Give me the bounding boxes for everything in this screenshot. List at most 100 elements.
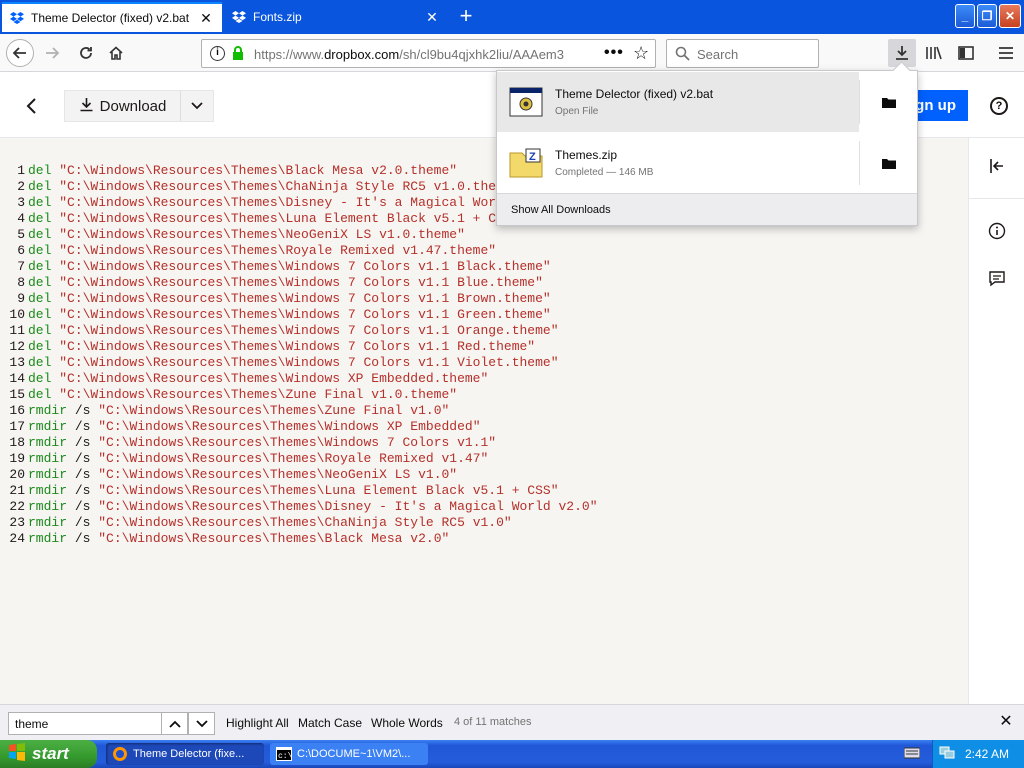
collapse-panel-icon[interactable] [987,156,1007,176]
code-line: 6 del "C:\Windows\Resources\Themes\Royale… [0,243,605,259]
sidebar-toggle-icon[interactable] [952,39,980,67]
lock-icon[interactable] [232,46,244,64]
dropbox-icon [232,10,246,24]
bookmark-star-icon[interactable]: ☆ [633,43,649,64]
url-bar[interactable]: i https://www.dropbox.com/sh/cl9bu4qjxhk… [201,39,656,68]
find-previous-icon[interactable] [161,712,188,735]
download-status: Open File [555,106,599,117]
download-item-body[interactable]: Z Themes.zip Completed — 146 MB [497,133,859,193]
line-number: 24 [9,531,25,546]
code-line: 5 del "C:\Windows\Resources\Themes\NeoGen… [0,227,605,243]
find-match-count: 4 of 11 matches [454,716,532,728]
find-input[interactable]: theme [8,712,162,735]
path-string: "C:\Windows\Resources\Themes\Windows 7 C… [59,259,551,274]
line-number: 14 [9,371,25,386]
path-string: "C:\Windows\Resources\Themes\Black Mesa … [59,163,458,178]
code-line: 20 rmdir /s "C:\Windows\Resources\Themes\… [0,467,605,483]
command-keyword: del [28,227,52,242]
code-line: 21 rmdir /s "C:\Windows\Resources\Themes\… [0,483,605,499]
info-icon[interactable]: i [210,46,225,61]
path-string: "C:\Windows\Resources\Themes\ChaNinja St… [59,179,520,194]
window-close-icon[interactable]: ✕ [999,4,1021,28]
download-filename: Themes.zip [555,148,618,162]
path-string: "C:\Windows\Resources\Themes\Windows XP … [98,419,481,434]
tab-close-icon[interactable]: ✕ [198,10,214,27]
path-string: "C:\Windows\Resources\Themes\Disney - It… [98,499,598,514]
find-close-icon[interactable]: ✕ [998,714,1014,730]
download-item[interactable]: Z Themes.zip Completed — 146 MB [497,133,917,193]
match-case-toggle[interactable]: Match Case [298,716,362,730]
show-all-downloads-button[interactable]: Show All Downloads [497,193,917,225]
line-number: 15 [9,387,25,402]
open-folder-icon[interactable] [859,141,917,185]
page-actions-icon[interactable]: ••• [604,44,624,62]
new-tab-plus-icon[interactable]: + [454,5,478,29]
command-args: /s [67,451,99,466]
search-input[interactable]: Search [666,39,819,68]
path-string: "C:\Windows\Resources\Themes\ChaNinja St… [98,515,512,530]
command-args: /s [67,435,99,450]
network-icon[interactable] [939,746,955,763]
start-button[interactable]: start [0,740,97,768]
taskbar-item-cmd[interactable]: c:\ C:\DOCUME~1\VM2\... [270,743,428,765]
download-item[interactable]: Theme Delector (fixed) v2.bat Open File [497,72,917,132]
whole-words-toggle[interactable]: Whole Words [371,716,443,730]
clock: 2:42 AM [965,747,1010,761]
command-args: /s [67,483,99,498]
system-tray: 2:42 AM [932,740,1024,768]
line-number: 21 [9,483,25,498]
library-icon[interactable] [920,39,948,67]
command-keyword: del [28,179,52,194]
download-button[interactable]: Download [64,90,214,122]
home-icon[interactable] [102,39,130,67]
search-placeholder: Search [697,47,739,62]
svg-text:Z: Z [529,151,536,163]
download-item-body[interactable]: Theme Delector (fixed) v2.bat Open File [497,72,859,132]
hamburger-menu-icon[interactable] [992,39,1020,67]
download-options-chevron-icon[interactable] [181,102,213,110]
reload-icon[interactable] [72,39,100,67]
comment-icon[interactable] [987,269,1007,289]
download-icon [79,97,94,116]
open-folder-icon[interactable] [859,80,917,124]
line-number: 18 [9,435,25,450]
download-main[interactable]: Download [65,91,181,121]
taskbar-item-label: C:\DOCUME~1\VM2\... [297,748,411,760]
firefox-icon [112,746,128,762]
line-number: 16 [9,403,25,418]
info-circle-icon[interactable] [987,221,1007,241]
find-next-icon[interactable] [188,712,215,735]
code-line: 14 del "C:\Windows\Resources\Themes\Windo… [0,371,605,387]
download-filename: Theme Delector (fixed) v2.bat [555,87,714,101]
command-args: /s [67,499,99,514]
back-arrow-icon[interactable] [6,39,34,67]
tab-theme-delector[interactable]: Theme Delector (fixed) v2.bat ✕ [2,2,222,32]
tab-fonts-zip[interactable]: Fonts.zip ✕ [224,2,448,32]
right-sidebar [968,138,1024,704]
command-args: /s [67,515,99,530]
command-keyword: del [28,243,52,258]
back-chevron-icon[interactable] [20,94,44,118]
path-string: "C:\Windows\Resources\Themes\Windows 7 C… [59,339,536,354]
line-number: 1 [17,163,25,178]
line-number: 22 [9,499,25,514]
maximize-icon[interactable]: ❐ [977,4,997,28]
highlight-all-toggle[interactable]: Highlight All [226,716,289,730]
path-string: "C:\Windows\Resources\Themes\Zune Final … [59,387,458,402]
command-keyword: del [28,291,52,306]
path-string: "C:\Windows\Resources\Themes\Windows 7 C… [98,435,497,450]
command-keyword: del [28,355,52,370]
keyboard-icon[interactable] [903,747,921,762]
url-text: https://www.dropbox.com/sh/cl9bu4qjxhk2l… [254,47,564,62]
line-number: 12 [9,339,25,354]
forward-arrow-icon[interactable] [38,39,66,67]
code-line: 19 rmdir /s "C:\Windows\Resources\Themes\… [0,451,605,467]
windows-logo-icon [8,742,26,766]
taskbar-item-firefox[interactable]: Theme Delector (fixe... [106,743,264,765]
line-number: 11 [9,323,25,338]
help-icon[interactable]: ? [990,97,1008,115]
command-keyword: rmdir [28,451,68,466]
command-keyword: del [28,339,52,354]
minimize-icon[interactable]: _ [955,4,975,28]
tab-close-icon[interactable]: ✕ [424,9,440,26]
